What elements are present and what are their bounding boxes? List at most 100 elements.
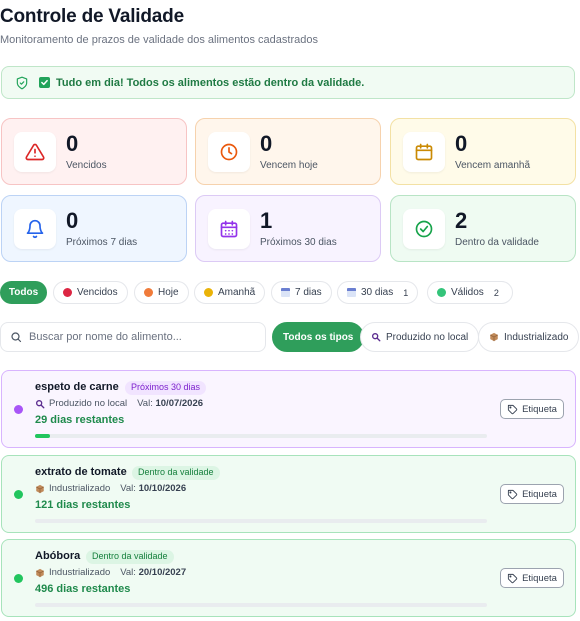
calendar-icon [281,288,290,297]
search-box[interactable] [0,322,266,352]
bell-icon [14,209,56,249]
stat-value: 1 [260,208,273,233]
food-name: extrato de tomate [35,466,127,478]
stat-card-proximos-30-dias[interactable]: 1 Próximos 30 dias [195,195,381,262]
expiry-label: Val: [120,483,136,494]
stat-card-vencidos[interactable]: 0 Vencidos [1,118,187,185]
type-filter-todos[interactable]: Todos os tipos [272,322,365,352]
stat-value: 0 [455,131,468,156]
search-input[interactable] [29,331,249,343]
magnifier-icon [35,399,45,409]
stat-label: Vencem hoje [260,160,318,171]
label-button[interactable]: Etiqueta [500,568,564,588]
food-item-card[interactable]: extrato de tomate Dentro da validade Ind… [1,455,576,533]
type-filter-label: Industrializado [504,331,569,343]
warning-triangle-icon [14,132,56,172]
stat-value: 2 [455,208,468,233]
stat-label: Próximos 30 dias [260,237,337,248]
page-header: Controle de Validade Monitoramento de pr… [0,6,318,46]
shield-icon [15,76,29,90]
status-dot [14,574,23,583]
magnifier-icon [371,332,381,342]
status-dot [14,490,23,499]
type-filter-industrializado[interactable]: Industrializado [478,322,580,352]
progress-track [35,603,487,607]
filter-label: Todos [8,287,39,298]
stat-label: Dentro da validade [455,237,539,248]
stat-card-vencem-hoje[interactable]: 0 Vencem hoje [195,118,381,185]
filter-vencidos[interactable]: Vencidos [53,281,128,304]
type-filter-produzido-local[interactable]: Produzido no local [360,322,480,352]
label-button-text: Etiqueta [522,403,557,415]
stat-card-dentro-validade[interactable]: 2 Dentro da validade [390,195,576,262]
days-remaining: 496 dias restantes [35,583,131,595]
status-badge: Dentro da validade [132,466,220,480]
type-filter-label: Produzido no local [386,331,469,343]
progress-track [35,434,487,438]
food-type: Industrializado [49,567,111,578]
type-filter-label: Todos os tipos [283,331,354,343]
expiry-label: Val: [120,567,136,578]
green-dot-icon [437,288,446,297]
stat-card-proximos-7-dias[interactable]: 0 Próximos 7 dias [1,195,187,262]
filter-label: Vencidos [77,287,118,298]
check-circle-icon [403,209,445,249]
filter-label: Válidos [451,287,484,298]
calendar-icon [403,132,445,172]
food-item-card[interactable]: espeto de carne Próximos 30 dias Produzi… [1,370,576,448]
stat-label: Próximos 7 dias [66,237,138,248]
box-icon [35,568,45,578]
food-meta: Produzido no local Val: 10/07/2026 [35,398,203,409]
clock-icon [208,132,250,172]
food-name: espeto de carne [35,381,119,393]
filter-30-dias[interactable]: 30 dias 1 [337,281,419,304]
red-dot-icon [63,288,72,297]
orange-dot-icon [144,288,153,297]
filter-label: Amanhã [218,287,256,298]
stat-card-vencem-amanha[interactable]: 0 Vencem amanhã [390,118,576,185]
filter-label: 7 dias [295,287,322,298]
expiry-label: Val: [137,398,153,409]
alert-message: Tudo em dia! Todos os alimentos estão de… [56,76,365,89]
progress-fill [35,434,50,438]
food-type: Industrializado [49,483,111,494]
filter-hoje[interactable]: Hoje [134,281,189,304]
food-type: Produzido no local [49,398,128,409]
stat-value: 0 [66,208,79,233]
expiry-date: 10/07/2026 [155,398,204,409]
tag-icon [507,404,518,415]
box-icon [35,484,45,494]
label-button[interactable]: Etiqueta [500,399,564,419]
filter-amanha[interactable]: Amanhã [194,281,266,304]
food-meta: Industrializado Val: 20/10/2027 [35,567,186,578]
tag-icon [507,489,518,500]
filter-validos[interactable]: Válidos 2 [427,281,513,304]
tag-icon [507,573,518,584]
page-title: Controle de Validade [0,6,184,27]
days-remaining: 29 dias restantes [35,414,125,426]
checkmark-icon [39,77,50,88]
stat-label: Vencidos [66,160,107,171]
days-remaining: 121 dias restantes [35,499,131,511]
expiry-date: 20/10/2027 [138,567,187,578]
progress-track [35,519,487,523]
status-badge: Dentro da validade [86,550,174,564]
label-button[interactable]: Etiqueta [500,484,564,504]
label-button-text: Etiqueta [522,572,557,584]
label-button-text: Etiqueta [522,488,557,500]
yellow-dot-icon [204,288,213,297]
calendar-grid-icon [208,209,250,249]
filter-label: Hoje [158,287,179,298]
filter-7-dias[interactable]: 7 dias [271,281,332,304]
status-alert: Tudo em dia! Todos os alimentos estão de… [1,66,575,99]
filter-count: 2 [493,287,499,298]
filter-todos[interactable]: Todos [0,281,47,304]
stat-value: 0 [66,131,79,156]
stat-value: 0 [260,131,273,156]
food-item-card[interactable]: Abóbora Dentro da validade Industrializa… [1,539,576,617]
page-subtitle: Monitoramento de prazos de validade dos … [0,34,318,46]
box-icon [489,332,499,342]
food-name: Abóbora [35,550,81,562]
status-dot [14,405,23,414]
status-badge: Próximos 30 dias [125,381,207,395]
